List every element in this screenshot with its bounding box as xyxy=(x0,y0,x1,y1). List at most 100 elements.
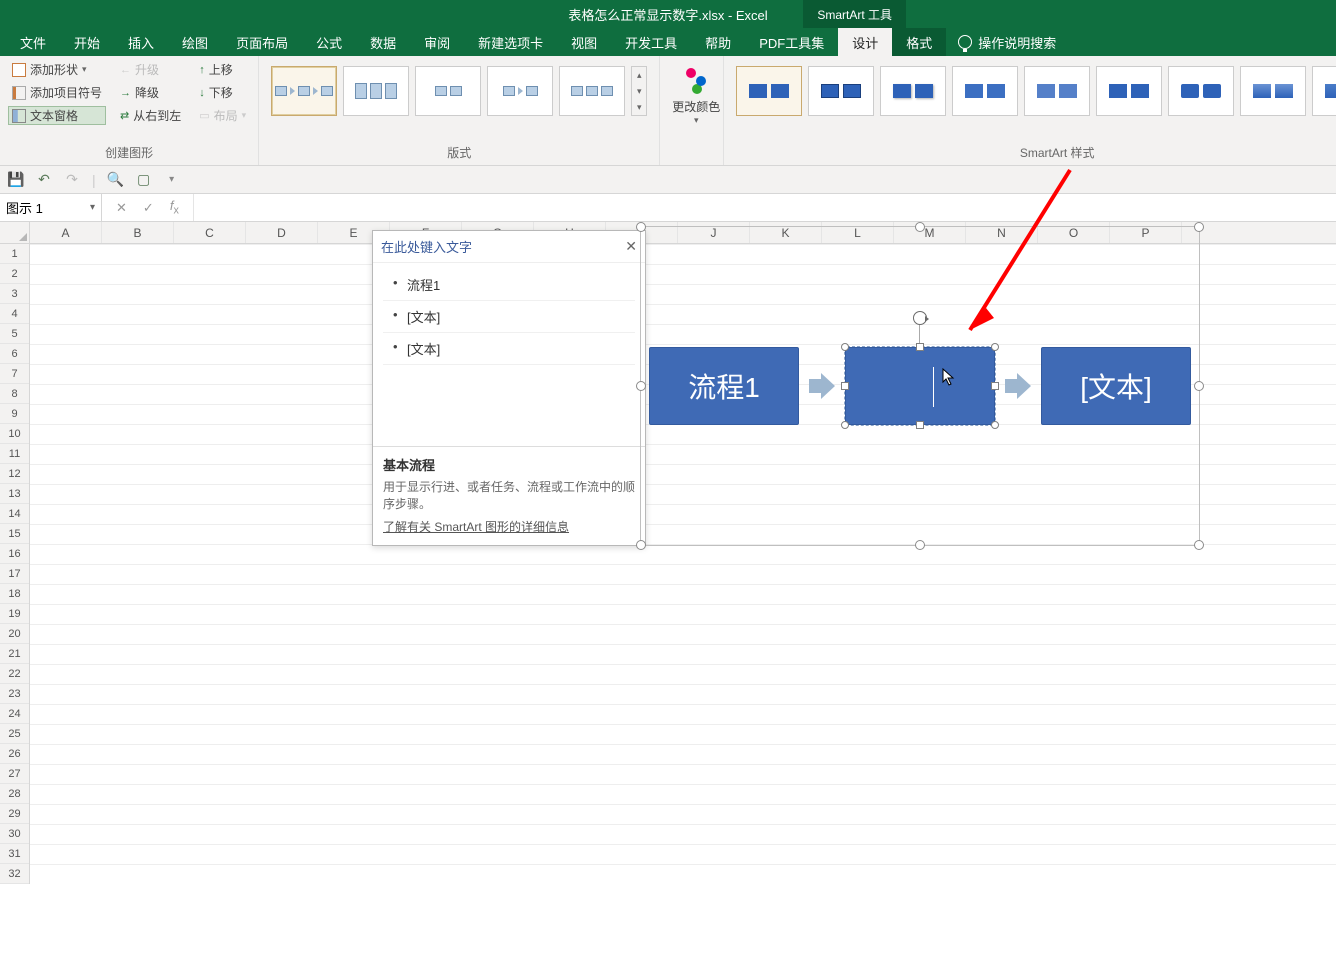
text-pane-item[interactable]: [文本] xyxy=(383,301,635,333)
style-thumb-3[interactable] xyxy=(880,66,946,116)
layouts-more-button[interactable]: ▴▾▾ xyxy=(631,66,647,116)
qat-icon-2[interactable]: ▢ xyxy=(136,172,152,188)
row-header-24[interactable]: 24 xyxy=(0,704,29,724)
tab-数据[interactable]: 数据 xyxy=(356,28,410,56)
add-bullet-button[interactable]: 添加项目符号 xyxy=(8,83,106,102)
tab-视图[interactable]: 视图 xyxy=(557,28,611,56)
row-header-16[interactable]: 16 xyxy=(0,544,29,564)
row-header-21[interactable]: 21 xyxy=(0,644,29,664)
shape-handle[interactable] xyxy=(841,421,849,429)
style-thumb-9[interactable] xyxy=(1312,66,1336,116)
move-down-button[interactable]: ↓下移 xyxy=(195,83,250,102)
rtl-button[interactable]: ⇄从右到左 xyxy=(116,106,185,125)
row-header-15[interactable]: 15 xyxy=(0,524,29,544)
smartart-box-1[interactable]: 流程1 xyxy=(649,347,799,425)
canvas-handle[interactable] xyxy=(636,381,646,391)
tab-插入[interactable]: 插入 xyxy=(114,28,168,56)
text-pane-close-button[interactable]: ✕ xyxy=(625,238,637,255)
layout-thumb-3[interactable] xyxy=(415,66,481,116)
row-header-29[interactable]: 29 xyxy=(0,804,29,824)
row-header-10[interactable]: 10 xyxy=(0,424,29,444)
smartart-box-2-selected[interactable] xyxy=(845,347,995,425)
style-thumb-7[interactable] xyxy=(1168,66,1234,116)
row-header-30[interactable]: 30 xyxy=(0,824,29,844)
layout-thumb-2[interactable] xyxy=(343,66,409,116)
style-thumb-4[interactable] xyxy=(952,66,1018,116)
style-thumb-1[interactable] xyxy=(736,66,802,116)
tab-PDF工具集[interactable]: PDF工具集 xyxy=(745,28,838,56)
style-thumb-8[interactable] xyxy=(1240,66,1306,116)
add-shape-button[interactable]: 添加形状 ▾ xyxy=(8,60,106,79)
tell-me-search[interactable]: 操作说明搜索 xyxy=(958,28,1056,56)
styles-gallery[interactable] xyxy=(732,60,1336,144)
style-thumb-2[interactable] xyxy=(808,66,874,116)
undo-button[interactable]: ↶ xyxy=(36,172,52,188)
row-header-11[interactable]: 11 xyxy=(0,444,29,464)
text-pane-item[interactable]: 流程1 xyxy=(383,269,635,301)
tab-公式[interactable]: 公式 xyxy=(302,28,356,56)
row-header-2[interactable]: 2 xyxy=(0,264,29,284)
smartart-box-3[interactable]: [文本] xyxy=(1041,347,1191,425)
select-all-corner[interactable] xyxy=(0,222,30,243)
text-pane-toggle[interactable]: 文本窗格 xyxy=(8,106,106,125)
smartart-box-2[interactable] xyxy=(845,347,995,425)
formula-input[interactable] xyxy=(194,194,1336,221)
style-thumb-5[interactable] xyxy=(1024,66,1090,116)
shape-handle[interactable] xyxy=(991,421,999,429)
qat-more-button[interactable]: ▾ xyxy=(164,172,180,188)
row-header-18[interactable]: 18 xyxy=(0,584,29,604)
row-header-7[interactable]: 7 xyxy=(0,364,29,384)
column-header-B[interactable]: B xyxy=(102,222,174,243)
demote-button[interactable]: →降级 xyxy=(116,83,185,102)
column-header-D[interactable]: D xyxy=(246,222,318,243)
column-header-A[interactable]: A xyxy=(30,222,102,243)
canvas-handle[interactable] xyxy=(915,222,925,232)
redo-button[interactable]: ↷ xyxy=(64,172,80,188)
row-header-12[interactable]: 12 xyxy=(0,464,29,484)
smartart-canvas[interactable]: 流程1 [文本] xyxy=(640,226,1200,546)
row-header-23[interactable]: 23 xyxy=(0,684,29,704)
tab-格式[interactable]: 格式 xyxy=(892,28,946,56)
row-header-28[interactable]: 28 xyxy=(0,784,29,804)
canvas-handle[interactable] xyxy=(636,222,646,232)
save-button[interactable]: 💾 xyxy=(8,172,24,188)
column-header-C[interactable]: C xyxy=(174,222,246,243)
tab-文件[interactable]: 文件 xyxy=(6,28,60,56)
row-header-13[interactable]: 13 xyxy=(0,484,29,504)
layout-thumb-4[interactable] xyxy=(487,66,553,116)
shape-handle[interactable] xyxy=(991,343,999,351)
row-header-9[interactable]: 9 xyxy=(0,404,29,424)
name-box[interactable]: 图示 1▾ xyxy=(0,194,102,221)
row-header-26[interactable]: 26 xyxy=(0,744,29,764)
shape-handle[interactable] xyxy=(991,382,999,390)
shape-handle[interactable] xyxy=(916,421,924,429)
layout-button[interactable]: ▭布局 ▾ xyxy=(195,106,250,125)
canvas-handle[interactable] xyxy=(915,540,925,550)
text-pane-list[interactable]: 流程1[文本][文本] xyxy=(373,263,645,446)
enter-formula-button[interactable]: ✓ xyxy=(143,200,154,216)
move-up-button[interactable]: ↑上移 xyxy=(195,60,250,79)
row-header-4[interactable]: 4 xyxy=(0,304,29,324)
text-pane-item[interactable]: [文本] xyxy=(383,333,635,365)
shape-handle[interactable] xyxy=(841,382,849,390)
qat-icon-1[interactable]: 🔍 xyxy=(108,172,124,188)
tab-开始[interactable]: 开始 xyxy=(60,28,114,56)
tab-绘图[interactable]: 绘图 xyxy=(168,28,222,56)
text-pane-learn-more-link[interactable]: 了解有关 SmartArt 图形的详细信息 xyxy=(383,518,569,535)
row-header-17[interactable]: 17 xyxy=(0,564,29,584)
row-header-19[interactable]: 19 xyxy=(0,604,29,624)
layouts-gallery[interactable]: ▴▾▾ xyxy=(267,60,651,122)
shape-handle[interactable] xyxy=(916,343,924,351)
row-header-31[interactable]: 31 xyxy=(0,844,29,864)
fx-button[interactable]: fx xyxy=(170,198,179,217)
shape-handle[interactable] xyxy=(841,343,849,351)
row-header-1[interactable]: 1 xyxy=(0,244,29,264)
tab-新建选项卡[interactable]: 新建选项卡 xyxy=(464,28,557,56)
tab-审阅[interactable]: 审阅 xyxy=(410,28,464,56)
change-colors-button[interactable]: 更改颜色 ▾ xyxy=(668,60,724,132)
cancel-formula-button[interactable]: ✕ xyxy=(116,200,127,216)
tab-开发工具[interactable]: 开发工具 xyxy=(611,28,691,56)
canvas-handle[interactable] xyxy=(1194,381,1204,391)
row-header-27[interactable]: 27 xyxy=(0,764,29,784)
row-header-25[interactable]: 25 xyxy=(0,724,29,744)
